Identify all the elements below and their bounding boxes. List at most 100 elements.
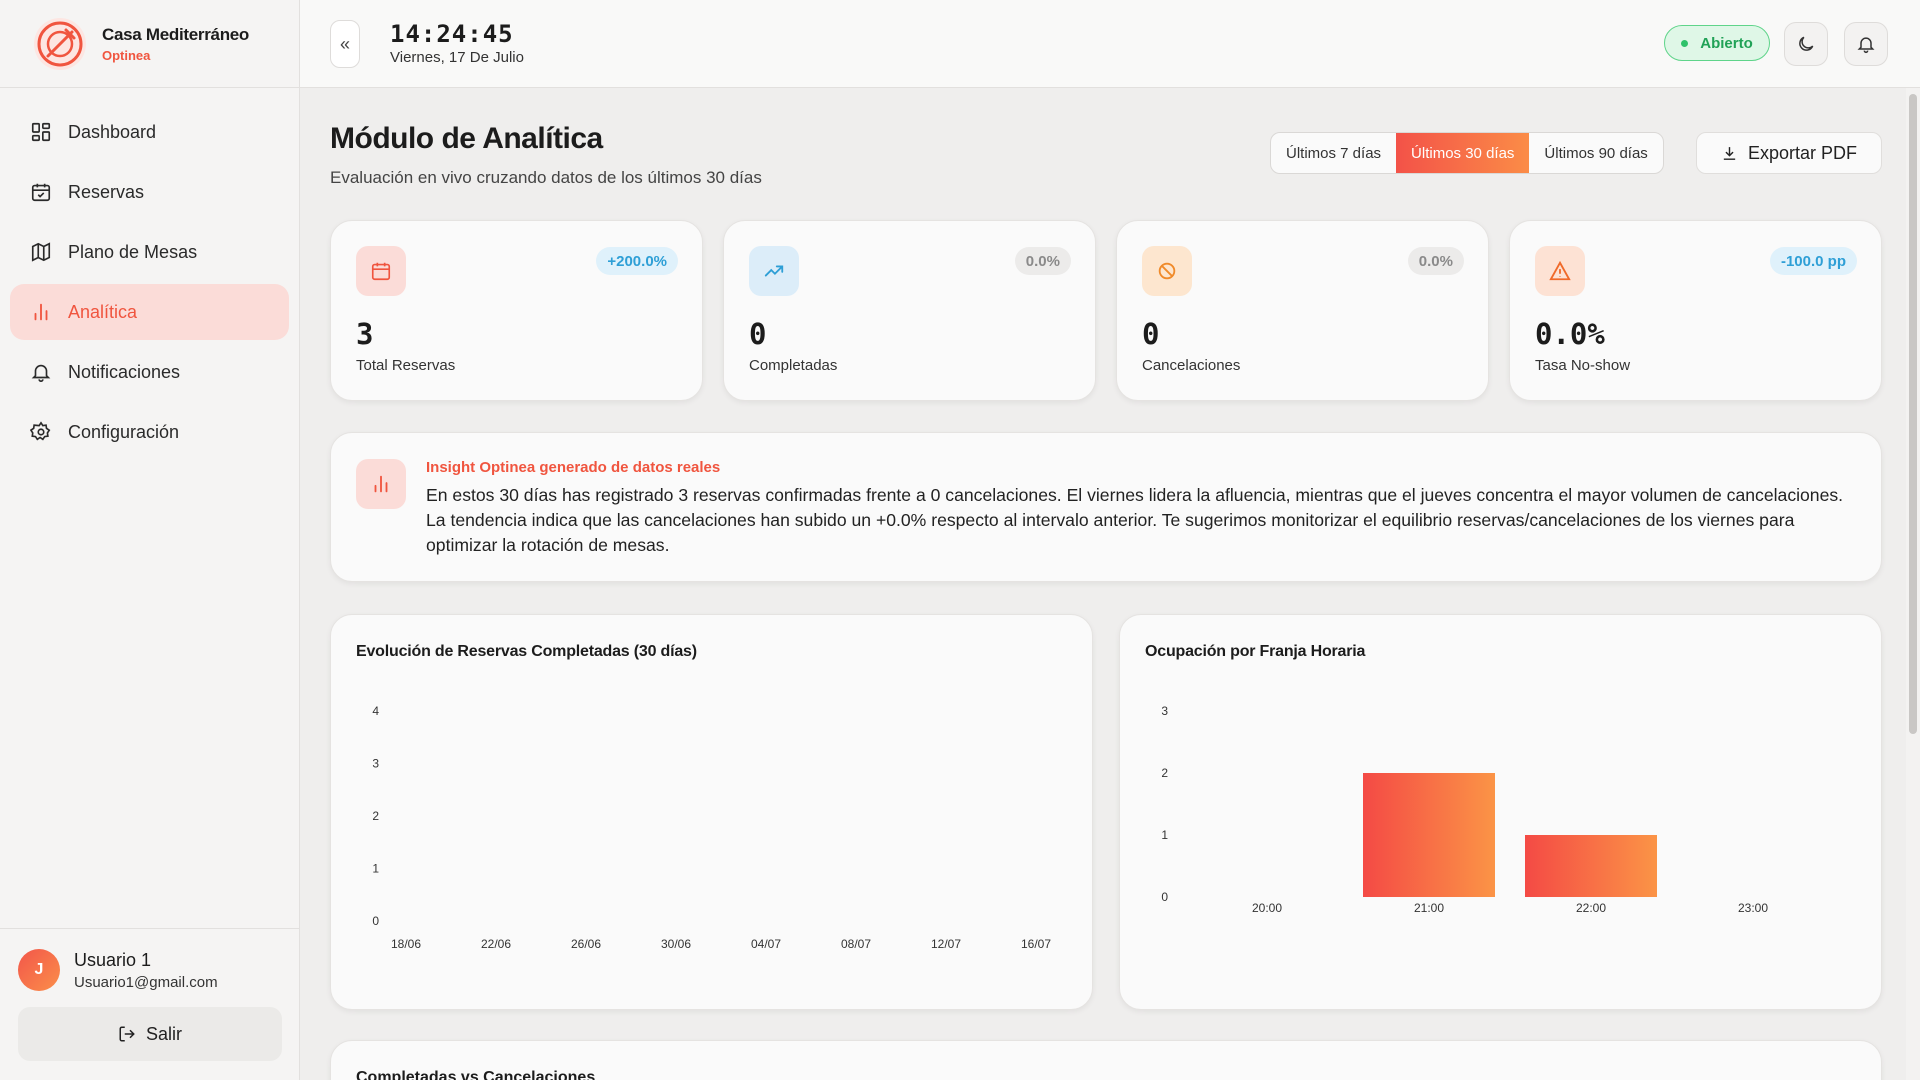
x-tick-label: 08/07 [841, 937, 871, 951]
kpi-label: Completadas [749, 357, 838, 374]
y-tick-label: 1 [372, 862, 379, 876]
x-tick-label: 26/06 [571, 937, 601, 951]
line-chart: 0 1 2 3 4 18/06 22/06 26/06 30/06 04/07 08/07 12/07… [372, 704, 1051, 951]
sidebar-item-dashboard[interactable]: Dashboard [10, 104, 289, 160]
logout-button[interactable]: Salir [18, 1007, 282, 1061]
status-badge: Abierto [1664, 25, 1770, 61]
kpi-icon-box [1535, 246, 1585, 296]
sidebar-item-analitica[interactable]: Analítica [10, 284, 289, 340]
kpi-label: Tasa No-show [1535, 357, 1631, 374]
kpi-value: 0 [1142, 317, 1160, 351]
date: Viernes, 17 De Julio [390, 49, 524, 66]
sidebar-nav: Dashboard Reservas Plano de Mesas Analít… [0, 88, 299, 480]
page-scrollbar[interactable] [1906, 88, 1920, 1080]
kpi-card-completadas: 0.0% 0 Completadas [723, 220, 1096, 401]
bar-chart-icon [34, 303, 48, 321]
kpi-value: 3 [356, 317, 374, 351]
gear-icon [30, 421, 51, 441]
collapse-sidebar-button[interactable]: « [330, 20, 360, 68]
range-30-days-button[interactable]: Últimos 30 días [1396, 133, 1530, 173]
brand: Casa Mediterráneo Optinea [0, 0, 299, 88]
y-tick-label: 2 [372, 809, 379, 823]
dashboard-icon [31, 122, 51, 142]
kpi-row: +200.0% 3 Total Reservas 0.0% 0 Completa… [330, 220, 1882, 401]
chart-card-completed-vs-cancelled: Completadas vs Cancelaciones [330, 1040, 1882, 1080]
insight-card: Insight Optinea generado de datos reales… [330, 432, 1882, 582]
date-range-selector: Últimos 7 días Últimos 30 días Últimos 9… [1270, 132, 1664, 174]
x-tick-label: 18/06 [391, 937, 421, 951]
kpi-icon-box [1142, 246, 1192, 296]
clock: 14:24:45 [390, 20, 514, 48]
user-email: Usuario1@gmail.com [74, 973, 218, 991]
sidebar-item-label: Analítica [68, 301, 138, 322]
user-panel: J Usuario 1 Usuario1@gmail.com Salir [0, 928, 300, 1080]
logout-label: Salir [145, 1023, 182, 1044]
notifications-button[interactable] [1844, 22, 1888, 66]
kpi-delta-badge: 0.0% [1014, 247, 1071, 275]
insight-icon-box [356, 459, 406, 509]
scrollbar-thumb[interactable] [1909, 94, 1917, 734]
x-tick-label: 16/07 [1021, 937, 1051, 951]
y-tick-label: 3 [372, 757, 379, 771]
status-dot-icon [1681, 39, 1689, 47]
x-tick-label: 22:00 [1576, 901, 1606, 915]
y-tick-label: 0 [1161, 890, 1168, 904]
kpi-icon-box [356, 246, 406, 296]
kpi-label: Cancelaciones [1142, 357, 1241, 374]
bar-chart-icon [374, 475, 388, 493]
export-label: Exportar PDF [1747, 142, 1858, 163]
insight-title: Insight Optinea generado de datos reales [426, 459, 721, 476]
export-pdf-button[interactable]: Exportar PDF [1696, 132, 1882, 174]
x-tick-label: 23:00 [1738, 901, 1768, 915]
calendar-icon [371, 262, 391, 281]
range-90-days-button[interactable]: Últimos 90 días [1529, 133, 1662, 173]
page-subtitle: Evaluación en vivo cruzando datos de los… [330, 168, 762, 187]
kpi-delta-badge: 0.0% [1407, 247, 1464, 275]
brand-logo-icon[interactable] [32, 16, 88, 72]
ban-icon [1158, 262, 1176, 280]
bell-icon [1857, 37, 1875, 54]
brand-subtitle: Optinea [102, 47, 151, 63]
bar [1525, 835, 1657, 897]
range-7-days-button[interactable]: Últimos 7 días [1271, 133, 1396, 173]
moon-icon [1799, 36, 1814, 51]
y-tick-label: 0 [372, 914, 379, 928]
map-icon [31, 242, 51, 262]
kpi-delta-badge: +200.0% [596, 247, 678, 275]
y-tick-label: 4 [372, 704, 379, 718]
chart-card-hourly-occupancy: Ocupación por Franja Horaria 0 1 2 3 20:00 21… [1119, 614, 1882, 1010]
sidebar-item-reservas[interactable]: Reservas [10, 164, 289, 220]
sidebar-item-label: Plano de Mesas [68, 241, 198, 262]
chart-card-completed-evolution: Evolución de Reservas Completadas (30 dí… [330, 614, 1093, 1010]
sidebar-item-label: Notificaciones [68, 361, 181, 382]
y-tick-label: 2 [1161, 766, 1168, 780]
sidebar-item-configuracion[interactable]: Configuración [10, 404, 289, 460]
page-title: Módulo de Analítica [330, 122, 603, 155]
avatar[interactable]: J [18, 949, 60, 991]
x-tick-label: 21:00 [1414, 901, 1444, 915]
sidebar-item-label: Configuración [68, 421, 180, 442]
calendar-icon [31, 183, 51, 202]
sidebar-item-label: Dashboard [68, 121, 157, 142]
bell-icon [31, 364, 51, 382]
x-tick-label: 30/06 [661, 937, 691, 951]
kpi-delta-badge: -100.0 pp [1769, 247, 1857, 275]
sidebar-item-plano-de-mesas[interactable]: Plano de Mesas [10, 224, 289, 280]
user-name: Usuario 1 [74, 949, 152, 970]
logout-icon [119, 1026, 135, 1042]
theme-toggle-button[interactable] [1784, 22, 1828, 66]
x-tick-label: 12/07 [931, 937, 961, 951]
y-tick-label: 3 [1161, 704, 1168, 718]
kpi-value: 0 [749, 317, 767, 351]
sidebar-item-notificaciones[interactable]: Notificaciones [10, 344, 289, 400]
kpi-label: Total Reservas [356, 357, 456, 374]
bar-chart: 0 1 2 3 20:00 21:00 22:00 23:00 [1161, 704, 1768, 915]
warning-icon [1549, 260, 1571, 281]
download-icon [1723, 146, 1736, 160]
main-content: Módulo de Analítica Evaluación en vivo c… [300, 88, 1920, 1080]
chart-title: Completadas vs Cancelaciones [356, 1069, 596, 1080]
x-tick-label: 20:00 [1252, 901, 1282, 915]
kpi-card-cancelaciones: 0.0% 0 Cancelaciones [1116, 220, 1489, 401]
topbar: « 14:24:45 Viernes, 17 De Julio Abierto [300, 0, 1920, 88]
kpi-card-total-reservas: +200.0% 3 Total Reservas [330, 220, 703, 401]
